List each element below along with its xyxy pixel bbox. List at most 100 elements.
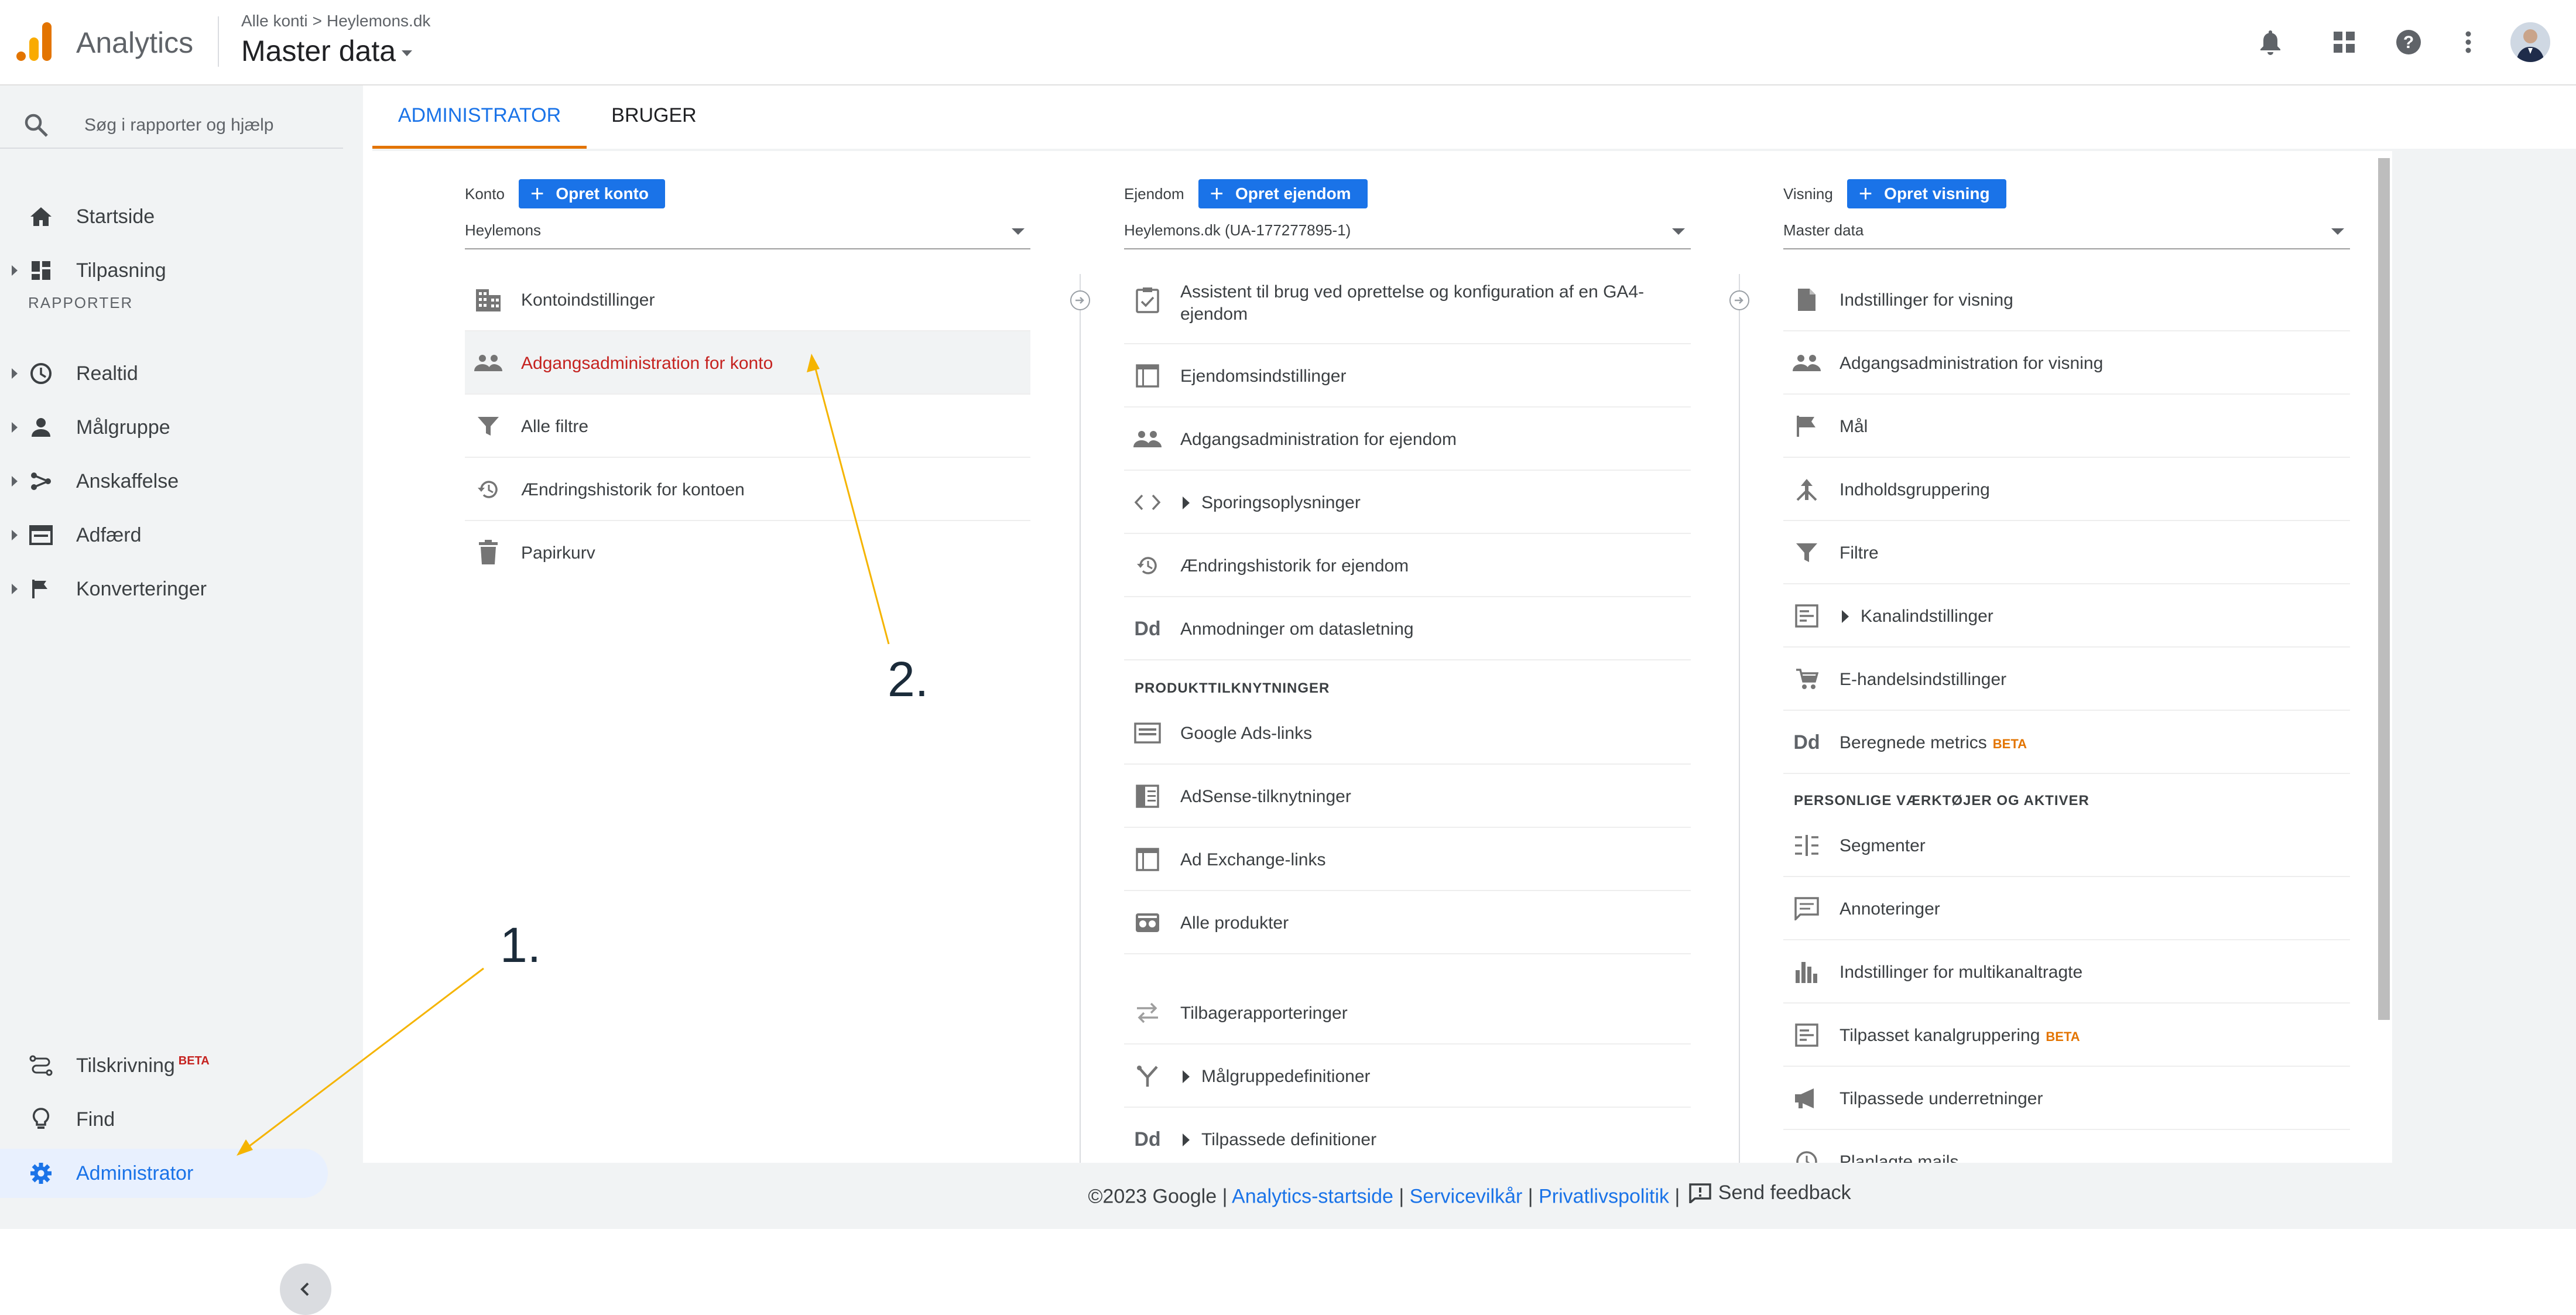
sidebar-item-attribution[interactable]: Tilskrivning BETA [0, 1041, 328, 1090]
calculated-metrics-item[interactable]: Dd Beregnede metrics BETA [1783, 711, 2350, 774]
tab-administrator[interactable]: ADMINISTRATOR [372, 104, 587, 149]
property-change-history-item[interactable]: Ændringshistorik for ejendom [1124, 534, 1691, 597]
view-settings-item[interactable]: Indstillinger for visning [1783, 268, 2350, 331]
privacy-link[interactable]: Privatlivspolitik [1539, 1186, 1669, 1208]
expand-arrow-icon[interactable] [12, 368, 18, 379]
adsense-links-item[interactable]: AdSense-tilknytninger [1124, 765, 1691, 828]
copyright-text: ©2023 Google [1088, 1185, 1217, 1208]
expand-arrow-icon[interactable] [1183, 1070, 1190, 1083]
sidebar-item-conversions[interactable]: Konverteringer [0, 564, 328, 614]
expand-arrow-icon[interactable] [1183, 496, 1190, 509]
search-bar[interactable] [0, 101, 343, 149]
property-access-management-item[interactable]: Adgangsadministration for ejendom [1124, 407, 1691, 471]
ga4-setup-assistant-item[interactable]: Assistent til brug ved oprettelse og kon… [1124, 268, 1691, 344]
tracking-info-item[interactable]: Sporingsoplysninger [1124, 471, 1691, 534]
property-column-header: Ejendom + Opret ejendom [1124, 179, 1368, 208]
calculated-metrics-icon: Dd [1793, 731, 1820, 754]
expand-arrow-icon[interactable] [1842, 610, 1849, 623]
expand-arrow-icon[interactable] [12, 530, 18, 540]
search-input[interactable] [83, 110, 331, 141]
channel-settings-item[interactable]: Kanalindstillinger [1783, 584, 2350, 648]
terms-link[interactable]: Servicevilkår [1410, 1186, 1523, 1208]
breadcrumb-account[interactable]: Heylemons.dk [327, 12, 430, 30]
create-property-button[interactable]: + Opret ejendom [1198, 179, 1368, 208]
channel-icon [1791, 1020, 1822, 1050]
item-label: Adgangsadministration for visning [1839, 354, 2104, 373]
sidebar-item-behavior[interactable]: Adfærd [0, 511, 328, 560]
view-access-management-item[interactable]: Adgangsadministration for visning [1783, 331, 2350, 395]
help-icon[interactable]: ? [2392, 26, 2425, 59]
trash-icon [473, 537, 503, 568]
data-deletion-requests-item[interactable]: Dd Anmodninger om datasletning [1124, 597, 1691, 660]
collapse-sidebar-button[interactable] [280, 1263, 331, 1315]
custom-definitions-item[interactable]: Dd Tilpassede definitioner [1124, 1108, 1691, 1163]
item-label: Adgangsadministration for konto [521, 354, 773, 373]
account-selector[interactable]: Heylemons [465, 217, 1030, 249]
breadcrumb-all-accounts[interactable]: Alle konti [241, 12, 308, 30]
ad-exchange-links-item[interactable]: Ad Exchange-links [1124, 828, 1691, 891]
tab-user[interactable]: BRUGER [587, 104, 721, 149]
all-filters-item[interactable]: Alle filtre [465, 395, 1030, 458]
scrollbar[interactable] [2378, 158, 2390, 1020]
sidebar-item-label: Find [76, 1108, 115, 1131]
sidebar-item-acquisition[interactable]: Anskaffelse [0, 457, 328, 506]
goals-item[interactable]: Mål [1783, 395, 2350, 458]
item-label: Adgangsadministration for ejendom [1180, 430, 1457, 449]
apps-grid-icon[interactable] [2328, 26, 2361, 59]
account-label: Konto [465, 184, 505, 203]
all-products-item[interactable]: Alle produkter [1124, 891, 1691, 954]
ecommerce-settings-item[interactable]: E-handelsindstillinger [1783, 648, 2350, 711]
app-name: Analytics [76, 26, 194, 59]
avatar[interactable] [2510, 22, 2550, 62]
trash-item[interactable]: Papirkurv [465, 521, 1030, 584]
sidebar-item-realtime[interactable]: Realtid [0, 349, 328, 398]
item-label: Kontoindstillinger [521, 290, 655, 310]
analytics-home-link[interactable]: Analytics-startside [1232, 1186, 1393, 1208]
expand-arrow-icon[interactable] [1183, 1133, 1190, 1146]
custom-alerts-item[interactable]: Tilpassede underretninger [1783, 1067, 2350, 1130]
products-icon [1132, 908, 1163, 938]
expand-arrow-icon[interactable] [12, 584, 18, 594]
multichannel-funnels-settings-item[interactable]: Indstillinger for multikanaltragte [1783, 940, 2350, 1004]
annotation-step-2: 2. [888, 652, 929, 707]
scheduled-emails-item[interactable]: Planlagte mails [1783, 1130, 2350, 1163]
sidebar-item-customization[interactable]: Tilpasning [0, 246, 328, 295]
account-column-header: Konto + Opret konto [465, 179, 665, 208]
account-change-history-item[interactable]: Ændringshistorik for kontoen [465, 458, 1030, 521]
analytics-logo[interactable] [15, 21, 54, 62]
account-settings-item[interactable]: Kontoindstillinger [465, 268, 1030, 331]
create-account-button[interactable]: + Opret konto [518, 179, 665, 208]
send-feedback-button[interactable]: Send feedback [1689, 1182, 1851, 1204]
acquisition-icon [27, 467, 55, 495]
expand-arrow-icon[interactable] [12, 265, 18, 276]
postbacks-item[interactable]: Tilbagerapporteringer [1124, 981, 1691, 1045]
sidebar-item-home[interactable]: Startside [0, 192, 328, 241]
property-settings-item[interactable]: Ejendomsindstillinger [1124, 344, 1691, 407]
selected-view: Master data [1783, 221, 1864, 239]
google-ads-links-item[interactable]: Google Ads-links [1124, 701, 1691, 765]
expand-arrow-icon[interactable] [12, 422, 18, 433]
top-bar: Analytics Alle konti > Heylemons.dk Master… [0, 0, 2576, 85]
sidebar-item-discover[interactable]: Find [0, 1095, 328, 1144]
view-selector[interactable]: Master data [241, 34, 413, 68]
sidebar-item-audience[interactable]: Målgruppe [0, 403, 328, 452]
view-column-header: Visning + Opret visning [1783, 179, 2006, 208]
account-access-management-item[interactable]: Adgangsadministration for konto [465, 331, 1030, 395]
audience-definitions-item[interactable]: Målgruppedefinitioner [1124, 1045, 1691, 1108]
segments-item[interactable]: Segmenter [1783, 814, 2350, 877]
property-selector[interactable]: Heylemons.dk (UA-177277895-1) [1124, 217, 1691, 249]
sidebar-item-label: Administrator [76, 1162, 194, 1184]
custom-channel-grouping-item[interactable]: Tilpasset kanalgruppering BETA [1783, 1004, 2350, 1067]
view-dropdown[interactable]: Master data [1783, 217, 2350, 249]
cart-icon [1791, 664, 1822, 694]
more-vert-icon[interactable] [2452, 26, 2485, 59]
comment-icon [1791, 893, 1822, 924]
expand-arrow-icon[interactable] [12, 476, 18, 487]
content-grouping-item[interactable]: Indholdsgruppering [1783, 458, 2350, 521]
sidebar-item-admin[interactable]: Administrator [0, 1149, 328, 1198]
breadcrumb[interactable]: Alle konti > Heylemons.dk [241, 12, 430, 30]
annotations-item[interactable]: Annoteringer [1783, 877, 2350, 940]
view-filters-item[interactable]: Filtre [1783, 521, 2350, 584]
notifications-icon[interactable] [2254, 26, 2287, 59]
create-view-button[interactable]: + Opret visning [1847, 179, 2006, 208]
